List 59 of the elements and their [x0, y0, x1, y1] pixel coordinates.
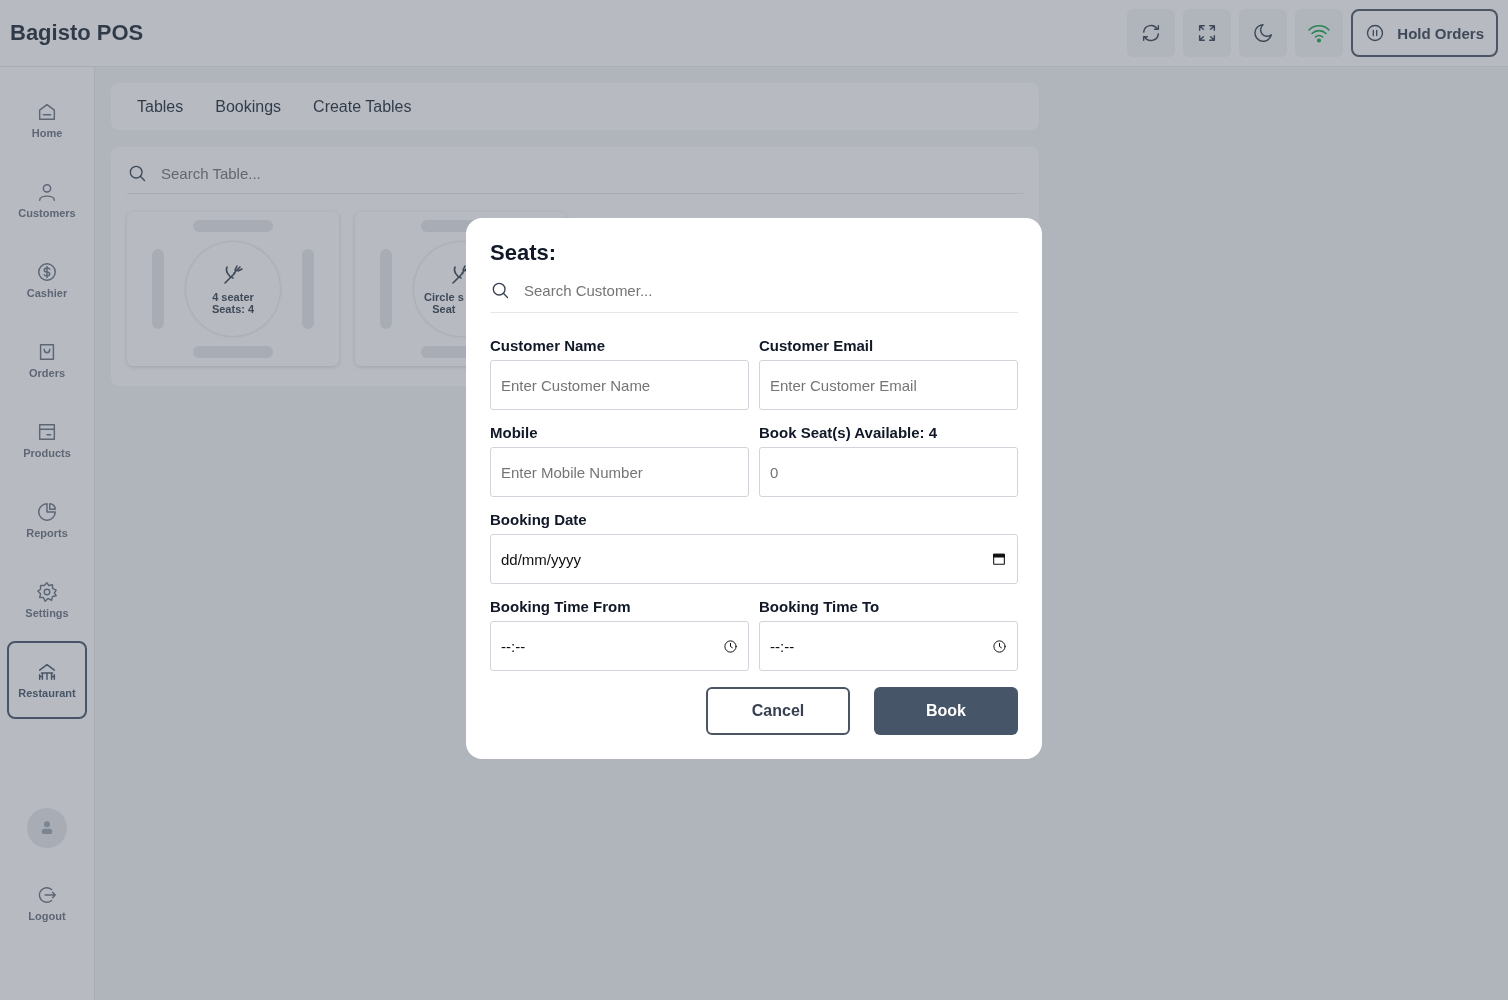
- hold-orders-button[interactable]: Hold Orders: [1351, 9, 1498, 57]
- refresh-button[interactable]: [1127, 9, 1176, 57]
- calendar-icon: [991, 551, 1007, 567]
- nav-icon: [36, 421, 58, 443]
- nav-icon: [36, 181, 58, 203]
- input-field[interactable]: Enter Customer Name: [490, 360, 749, 410]
- nav-icon: [36, 581, 58, 603]
- table-seats: Seats: 4: [211, 303, 255, 315]
- sidebar-item[interactable]: Settings: [7, 561, 87, 639]
- pause-icon: [1365, 23, 1386, 43]
- app-title: Bagisto POS: [10, 20, 144, 46]
- dark-mode-button[interactable]: [1239, 9, 1288, 57]
- field-label: Booking Time From: [490, 598, 632, 615]
- sidebar-item[interactable]: Customers: [7, 161, 87, 239]
- tab[interactable]: Tables: [121, 89, 200, 124]
- nav-icon: [36, 501, 58, 523]
- nav-icon: [36, 661, 58, 683]
- cutlery-icon: [221, 263, 245, 287]
- sidebar-item[interactable]: Home: [7, 81, 87, 159]
- moon-icon: [1252, 22, 1275, 44]
- table-seats: Seat: [432, 303, 456, 315]
- time-field[interactable]: --:--: [490, 621, 749, 671]
- search-field[interactable]: Search Table...: [127, 159, 1023, 194]
- fullscreen-button[interactable]: [1183, 9, 1232, 57]
- field-label: Booking Date: [490, 511, 588, 528]
- time-field[interactable]: --:--: [759, 621, 1018, 671]
- logout-button[interactable]: Logout: [7, 864, 87, 942]
- sidebar-item[interactable]: Cashier: [7, 241, 87, 319]
- book-button[interactable]: Book: [874, 687, 1018, 735]
- search-icon: [490, 280, 510, 300]
- input-field[interactable]: Enter Customer Email: [759, 360, 1018, 410]
- input-field[interactable]: Enter Mobile Number: [490, 447, 749, 497]
- customer-search-field[interactable]: Search Customer...: [490, 274, 1018, 313]
- search-input[interactable]: Search Table...: [159, 163, 1023, 183]
- date-field[interactable]: dd/mm/yyyy: [490, 534, 1018, 584]
- table-card[interactable]: 4 seater Seats: 4: [127, 212, 339, 366]
- sidebar-item[interactable]: Restaurant: [7, 641, 87, 719]
- nav-icon: [36, 261, 58, 283]
- field-label: Mobile: [490, 424, 539, 441]
- search-icon: [127, 163, 147, 183]
- table-name: Circle s: [424, 291, 464, 303]
- sidebar-item[interactable]: Reports: [7, 481, 87, 559]
- field-label: Customer Email: [759, 337, 875, 354]
- input-field[interactable]: 0: [759, 447, 1018, 497]
- clock-icon: [723, 638, 738, 654]
- sidebar-item[interactable]: Products: [7, 401, 87, 479]
- user-avatar[interactable]: [27, 808, 67, 848]
- clock-icon: [992, 638, 1007, 654]
- sidebar-item[interactable]: Orders: [7, 321, 87, 399]
- tab[interactable]: Create Tables: [297, 89, 428, 124]
- dialog-title: Seats:: [490, 240, 558, 266]
- field-label: Book Seat(s) Available: 4: [759, 424, 939, 441]
- cancel-button[interactable]: Cancel: [706, 687, 850, 735]
- logout-icon: [36, 884, 58, 906]
- table-name: 4 seater: [212, 291, 254, 303]
- nav-icon: [36, 101, 58, 123]
- tab[interactable]: Bookings: [199, 89, 298, 124]
- wifi-button[interactable]: [1295, 9, 1344, 57]
- field-label: Booking Time To: [759, 598, 881, 615]
